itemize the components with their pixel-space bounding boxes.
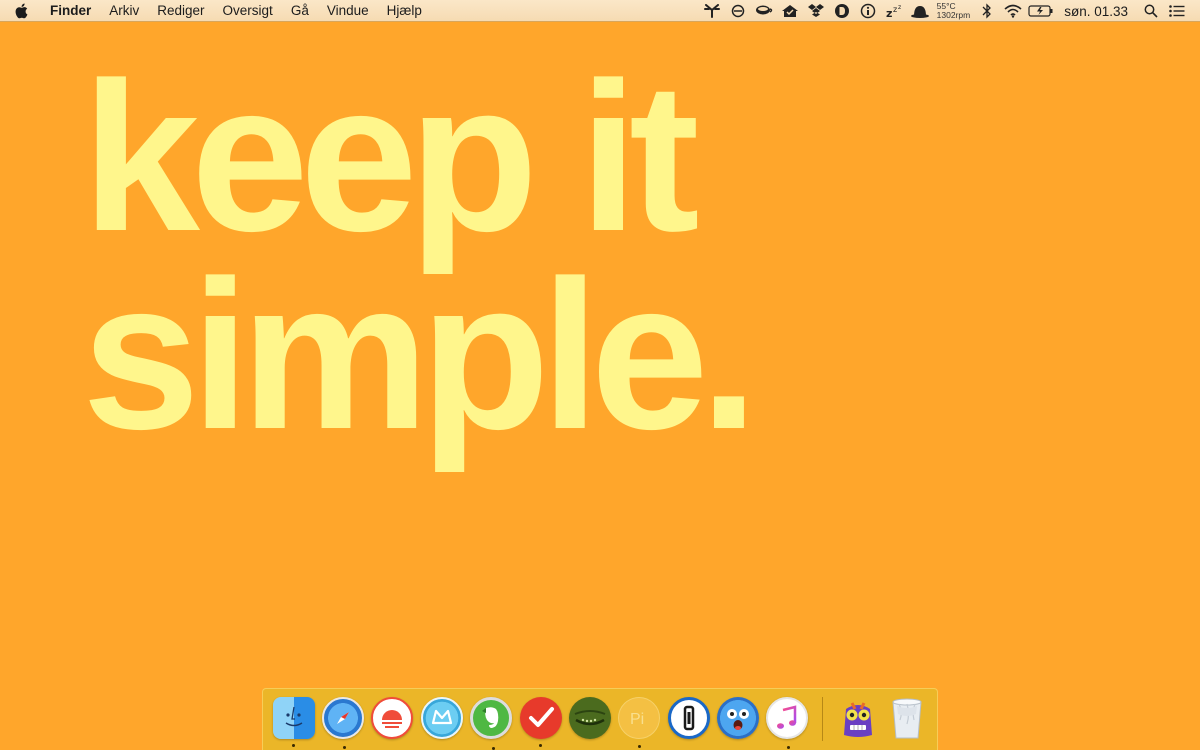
- menu-bar-status-area: zzz 55°C 1302rpm søn. 01.33: [699, 0, 1190, 22]
- notification-center-icon[interactable]: [1166, 0, 1188, 22]
- menu-oversigt[interactable]: Oversigt: [214, 0, 282, 22]
- svg-text:z: z: [886, 7, 892, 18]
- bowler-hat-icon[interactable]: [909, 0, 931, 22]
- apple-logo-icon[interactable]: [0, 0, 42, 22]
- pi-icon[interactable]: Pi: [618, 697, 661, 748]
- menu-ga[interactable]: Gå: [282, 0, 318, 22]
- wallpaper-line-1: keep it: [82, 38, 700, 275]
- wifi-icon[interactable]: [1002, 0, 1024, 22]
- menu-hjaelp[interactable]: Hjælp: [378, 0, 431, 22]
- menu-arkiv[interactable]: Arkiv: [100, 0, 148, 22]
- svg-text:z: z: [898, 4, 901, 11]
- todoist-icon[interactable]: [519, 697, 562, 747]
- mail-icon[interactable]: [420, 697, 463, 739]
- wallpaper-line-2: simple.: [82, 236, 759, 473]
- running-indicator: [538, 744, 542, 747]
- running-indicator: [343, 746, 347, 749]
- spotlight-search-icon[interactable]: [1140, 0, 1162, 22]
- wallpaper-text: keep it simple.: [82, 38, 759, 473]
- no-sign-icon[interactable]: [727, 0, 749, 22]
- dock-separator: [822, 697, 824, 741]
- menu-bar-left: Finder Arkiv Rediger Oversigt Gå Vindue …: [0, 0, 431, 22]
- evernote-icon[interactable]: [470, 697, 513, 750]
- running-indicator: [291, 744, 295, 747]
- tweetbot-icon[interactable]: [717, 697, 760, 739]
- menu-app-finder[interactable]: Finder: [42, 0, 100, 22]
- menu-vindue[interactable]: Vindue: [318, 0, 378, 22]
- menu-bar: Finder Arkiv Rediger Oversigt Gå Vindue …: [0, 0, 1200, 22]
- finder-icon[interactable]: [272, 697, 315, 747]
- frog-icon[interactable]: [568, 697, 611, 739]
- fan-speed-label: 1302rpm: [936, 10, 971, 20]
- battery-charging-icon[interactable]: [1028, 0, 1054, 22]
- 1password-icon[interactable]: [667, 697, 710, 739]
- home-check-icon[interactable]: [779, 0, 801, 22]
- itunes-icon[interactable]: [766, 697, 809, 749]
- coffee-cup-icon[interactable]: [753, 0, 775, 22]
- sunrise-calendar-icon[interactable]: [371, 697, 414, 739]
- safari-icon[interactable]: [322, 697, 365, 749]
- menu-rediger[interactable]: Rediger: [148, 0, 213, 22]
- menu-clock[interactable]: søn. 01.33: [1064, 4, 1128, 19]
- bluetooth-icon[interactable]: [976, 0, 998, 22]
- svg-text:z: z: [893, 5, 897, 14]
- dropbox-icon[interactable]: [805, 0, 827, 22]
- monster-icon[interactable]: [837, 697, 879, 739]
- running-indicator: [787, 746, 791, 749]
- dock: Pi: [262, 688, 938, 750]
- disk-d-icon[interactable]: [831, 0, 853, 22]
- svg-text:Pi: Pi: [630, 711, 644, 728]
- running-indicator: [638, 745, 642, 748]
- temperature-fan-readout[interactable]: 55°C 1302rpm: [937, 0, 971, 22]
- info-icon[interactable]: [857, 0, 879, 22]
- antenna-icon[interactable]: [701, 0, 723, 22]
- trash-icon[interactable]: [886, 697, 928, 739]
- sleep-zz-icon[interactable]: zzz: [883, 0, 905, 22]
